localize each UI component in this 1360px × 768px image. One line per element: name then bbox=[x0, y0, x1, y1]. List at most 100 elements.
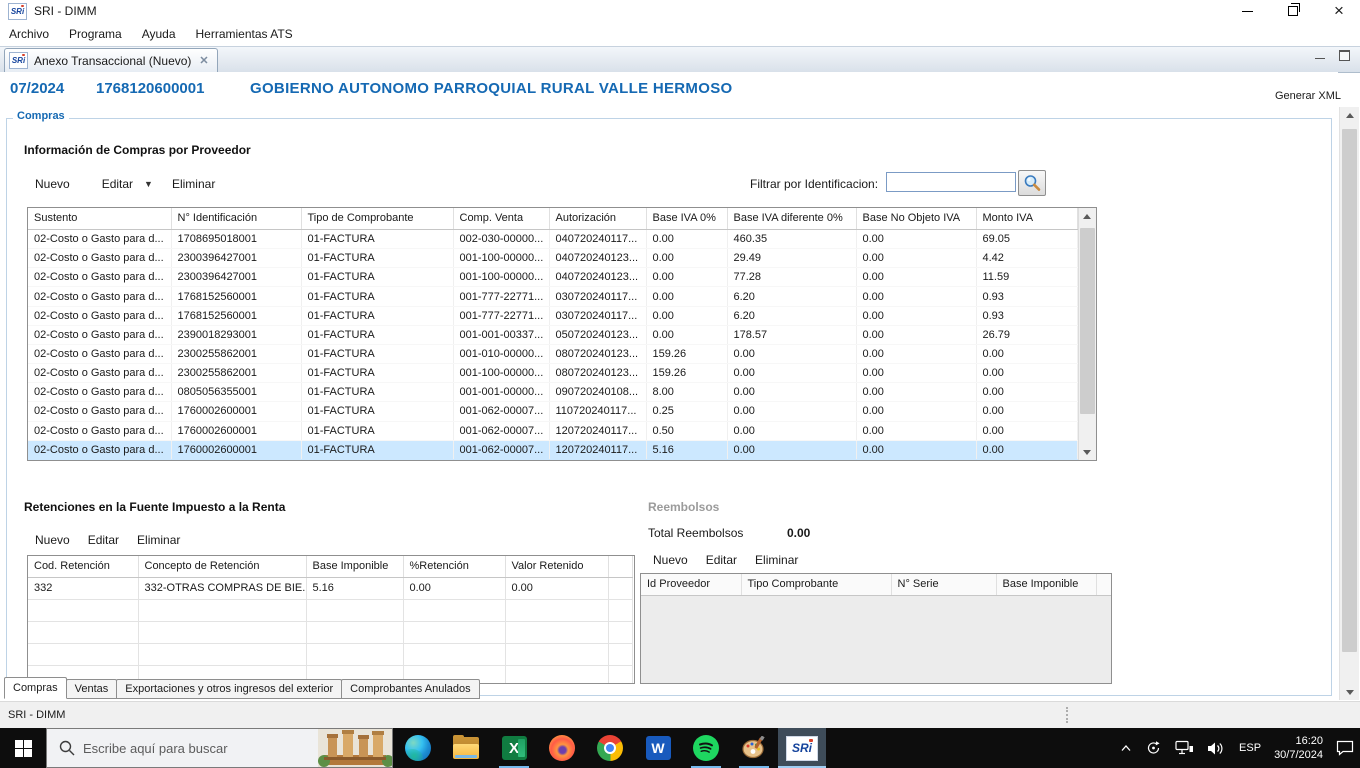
tray-clock[interactable]: 16:20 30/7/2024 bbox=[1274, 734, 1323, 762]
reembolsos-editar-button[interactable]: Editar bbox=[697, 551, 746, 569]
column-header[interactable]: Tipo de Comprobante bbox=[301, 208, 453, 230]
table-row[interactable]: 02-Costo o Gasto para d...17600026000010… bbox=[28, 440, 1077, 459]
column-header[interactable]: Cod. Retención bbox=[28, 556, 138, 578]
column-header[interactable] bbox=[1096, 574, 1111, 596]
retenciones-toolbar: Nuevo Editar Eliminar bbox=[26, 531, 189, 549]
column-header[interactable]: Comp. Venta bbox=[453, 208, 549, 230]
compras-scrollbar[interactable] bbox=[1078, 208, 1096, 460]
table-cell-empty bbox=[403, 644, 505, 666]
table-cell: 02-Costo o Gasto para d... bbox=[28, 364, 171, 383]
table-row[interactable]: 02-Costo o Gasto para d...23900182930010… bbox=[28, 325, 1077, 344]
table-cell: 8.00 bbox=[646, 383, 727, 402]
column-header[interactable]: %Retención bbox=[403, 556, 505, 578]
column-header[interactable]: Monto IVA bbox=[976, 208, 1077, 230]
column-header[interactable]: Base IVA diferente 0% bbox=[727, 208, 856, 230]
column-header[interactable]: Sustento bbox=[28, 208, 171, 230]
menu-archivo[interactable]: Archivo bbox=[0, 24, 59, 44]
table-cell: 1768152560001 bbox=[171, 306, 301, 325]
tray-time: 16:20 bbox=[1274, 734, 1323, 748]
column-header[interactable]: Id Proveedor bbox=[641, 574, 741, 596]
compras-editar-dropdown-icon[interactable]: ▼ bbox=[142, 177, 155, 191]
file-explorer-icon[interactable] bbox=[442, 728, 490, 768]
filter-input[interactable] bbox=[886, 172, 1016, 192]
main-scroll-thumb[interactable] bbox=[1342, 129, 1357, 652]
retenciones-nuevo-button[interactable]: Nuevo bbox=[26, 531, 79, 549]
start-button[interactable] bbox=[0, 728, 46, 768]
tray-chevron-up-icon[interactable] bbox=[1120, 744, 1132, 752]
main-scrollbar[interactable] bbox=[1339, 107, 1359, 700]
volume-icon[interactable] bbox=[1207, 741, 1226, 756]
main-scroll-down-icon[interactable] bbox=[1340, 684, 1359, 700]
table-cell: 120720240117... bbox=[549, 421, 646, 440]
column-header[interactable]: Valor Retenido bbox=[505, 556, 608, 578]
restore-icon[interactable] bbox=[1286, 4, 1300, 18]
menu-programa[interactable]: Programa bbox=[59, 24, 132, 44]
compras-eliminar-button[interactable]: Eliminar bbox=[163, 175, 224, 193]
chrome-icon[interactable] bbox=[586, 728, 634, 768]
paint-icon[interactable] bbox=[730, 728, 778, 768]
action-center-icon[interactable] bbox=[1336, 740, 1354, 756]
language-indicator[interactable]: ESP bbox=[1239, 742, 1261, 754]
table-row[interactable]: 02-Costo o Gasto para d...17600026000010… bbox=[28, 402, 1077, 421]
compras-table: SustentoN° IdentificaciónTipo de Comprob… bbox=[27, 207, 1097, 461]
main-scroll-up-icon[interactable] bbox=[1340, 107, 1359, 123]
sri-app-icon[interactable]: SRi bbox=[778, 728, 826, 768]
table-cell: 0.00 bbox=[856, 344, 976, 363]
column-header[interactable]: Base No Objeto IVA bbox=[856, 208, 976, 230]
minimize-icon[interactable] bbox=[1240, 4, 1254, 18]
column-header[interactable]: Tipo Comprobante bbox=[741, 574, 891, 596]
table-cell: 1708695018001 bbox=[171, 230, 301, 249]
table-cell-empty bbox=[608, 644, 632, 666]
close-icon[interactable]: × bbox=[1332, 4, 1346, 18]
column-header[interactable]: Concepto de Retención bbox=[138, 556, 306, 578]
compras-nuevo-button[interactable]: Nuevo bbox=[26, 175, 79, 193]
menu-herramientas-ats[interactable]: Herramientas ATS bbox=[186, 24, 303, 44]
scroll-thumb[interactable] bbox=[1080, 228, 1095, 414]
column-header[interactable]: Base Imponible bbox=[306, 556, 403, 578]
column-header[interactable]: Base Imponible bbox=[996, 574, 1096, 596]
bottom-tab-comprobantes-anulados[interactable]: Comprobantes Anulados bbox=[341, 679, 479, 699]
table-row[interactable]: 02-Costo o Gasto para d...23003964270010… bbox=[28, 268, 1077, 287]
table-cell: 001-777-22771... bbox=[453, 306, 549, 325]
search-button[interactable] bbox=[1018, 170, 1046, 196]
firefox-icon[interactable] bbox=[538, 728, 586, 768]
edge-icon[interactable] bbox=[394, 728, 442, 768]
scroll-down-icon[interactable] bbox=[1079, 444, 1096, 460]
table-row[interactable]: 02-Costo o Gasto para d...17086950180010… bbox=[28, 230, 1077, 249]
tab-close-icon[interactable]: ✕ bbox=[199, 54, 208, 67]
spotify-icon[interactable] bbox=[682, 728, 730, 768]
retenciones-editar-button[interactable]: Editar bbox=[79, 531, 128, 549]
table-row[interactable]: 02-Costo o Gasto para d...08050563550010… bbox=[28, 383, 1077, 402]
retenciones-eliminar-button[interactable]: Eliminar bbox=[128, 531, 189, 549]
tab-anexo-transaccional[interactable]: SRi Anexo Transaccional (Nuevo) ✕ bbox=[4, 48, 218, 72]
column-header[interactable]: N° Identificación bbox=[171, 208, 301, 230]
table-row[interactable]: 02-Costo o Gasto para d...23003964270010… bbox=[28, 249, 1077, 268]
table-cell: 0.00 bbox=[646, 268, 727, 287]
table-row[interactable]: 02-Costo o Gasto para d...17681525600010… bbox=[28, 287, 1077, 306]
update-sync-icon[interactable] bbox=[1145, 740, 1162, 756]
compras-editar-button[interactable]: Editar bbox=[93, 175, 142, 193]
table-row[interactable]: 02-Costo o Gasto para d...23002558620010… bbox=[28, 364, 1077, 383]
reembolsos-eliminar-button[interactable]: Eliminar bbox=[746, 551, 807, 569]
network-icon[interactable] bbox=[1175, 740, 1194, 756]
view-minimize-icon[interactable] bbox=[1315, 58, 1325, 59]
generar-xml-button[interactable]: Generar XML bbox=[1275, 90, 1341, 102]
column-header[interactable] bbox=[608, 556, 632, 578]
word-icon[interactable]: W bbox=[634, 728, 682, 768]
menu-ayuda[interactable]: Ayuda bbox=[132, 24, 186, 44]
bottom-tab-exportaciones[interactable]: Exportaciones y otros ingresos del exter… bbox=[116, 679, 342, 699]
reembolsos-nuevo-button[interactable]: Nuevo bbox=[644, 551, 697, 569]
bottom-tab-ventas[interactable]: Ventas bbox=[66, 679, 118, 699]
column-header[interactable]: N° Serie bbox=[891, 574, 996, 596]
excel-icon[interactable]: X bbox=[490, 728, 538, 768]
table-row[interactable]: 02-Costo o Gasto para d...17600026000010… bbox=[28, 421, 1077, 440]
taskbar-search[interactable]: Escribe aquí para buscar bbox=[46, 728, 393, 768]
view-maximize-icon[interactable] bbox=[1339, 50, 1350, 61]
table-row[interactable]: 02-Costo o Gasto para d...23002558620010… bbox=[28, 344, 1077, 363]
table-row[interactable]: 332332-OTRAS COMPRAS DE BIE...5.160.000.… bbox=[28, 578, 632, 600]
scroll-up-icon[interactable] bbox=[1079, 208, 1096, 224]
column-header[interactable]: Autorización bbox=[549, 208, 646, 230]
table-row[interactable]: 02-Costo o Gasto para d...17681525600010… bbox=[28, 306, 1077, 325]
bottom-tab-compras[interactable]: Compras bbox=[4, 677, 67, 699]
column-header[interactable]: Base IVA 0% bbox=[646, 208, 727, 230]
